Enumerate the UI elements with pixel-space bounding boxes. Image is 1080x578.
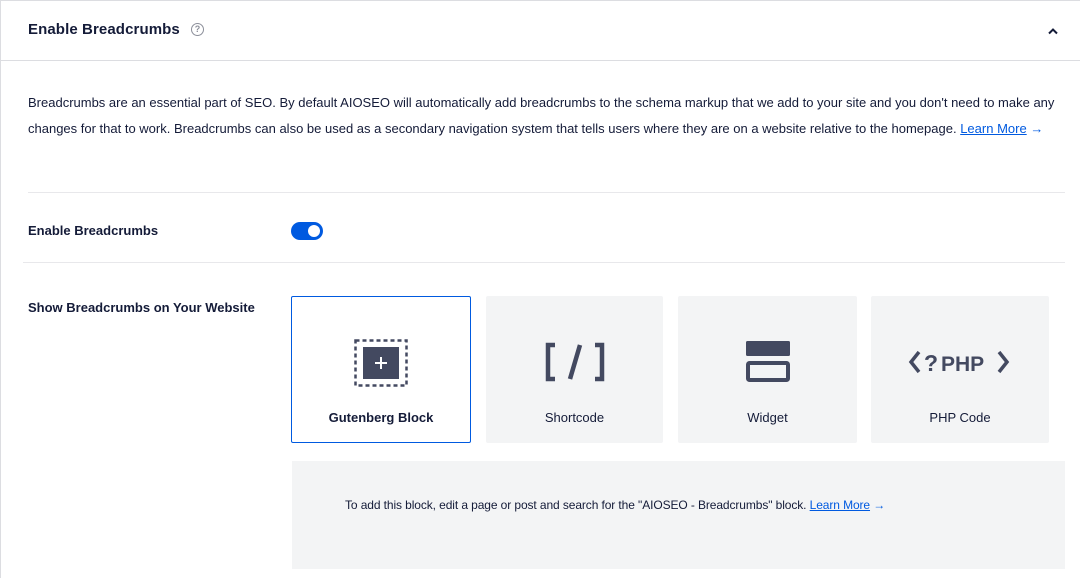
breadcrumbs-description: Breadcrumbs are an essential part of SEO… bbox=[28, 90, 1068, 141]
breadcrumbs-settings-panel: Enable Breadcrumbs ? Breadcrumbs are an … bbox=[0, 0, 1080, 578]
learn-more-link[interactable]: Learn More bbox=[960, 121, 1026, 136]
svg-text:PHP: PHP bbox=[941, 353, 984, 376]
info-text: To add this block, edit a page or post a… bbox=[345, 498, 885, 512]
enable-breadcrumbs-label: Enable Breadcrumbs bbox=[28, 223, 159, 238]
arrow-right-icon: → bbox=[1030, 120, 1044, 136]
gutenberg-block-option[interactable]: Gutenberg Block bbox=[291, 296, 471, 443]
chevron-up-icon[interactable] bbox=[1045, 23, 1061, 39]
shortcode-option[interactable]: Shortcode bbox=[486, 296, 663, 443]
php-code-icon: ? PHP bbox=[871, 338, 1049, 386]
widget-option[interactable]: Widget bbox=[678, 296, 857, 443]
show-breadcrumbs-label: Show Breadcrumbs on Your Website bbox=[28, 300, 255, 315]
shortcode-icon bbox=[486, 338, 663, 386]
php-code-option[interactable]: ? PHP PHP Code bbox=[871, 296, 1049, 443]
gutenberg-block-icon bbox=[292, 339, 470, 387]
panel-title: Enable Breadcrumbs bbox=[28, 21, 180, 38]
enable-breadcrumbs-toggle[interactable] bbox=[291, 222, 323, 240]
widget-icon bbox=[678, 338, 857, 386]
arrow-right-icon: → bbox=[873, 498, 886, 512]
php-code-label: PHP Code bbox=[929, 410, 991, 425]
section-divider bbox=[28, 192, 1065, 193]
gutenberg-info-box: To add this block, edit a page or post a… bbox=[292, 461, 1065, 569]
gutenberg-block-label: Gutenberg Block bbox=[328, 410, 434, 425]
svg-text:?: ? bbox=[924, 350, 938, 376]
description-text: Breadcrumbs are an essential part of SEO… bbox=[28, 95, 1055, 136]
toggle-knob bbox=[308, 225, 320, 237]
section-divider bbox=[23, 262, 1065, 263]
widget-label: Widget bbox=[747, 410, 788, 425]
info-message: To add this block, edit a page or post a… bbox=[345, 498, 807, 512]
panel-header[interactable]: Enable Breadcrumbs ? bbox=[1, 1, 1080, 61]
help-question-icon[interactable]: ? bbox=[191, 23, 204, 36]
shortcode-label: Shortcode bbox=[544, 410, 605, 425]
info-learn-more-link[interactable]: Learn More bbox=[810, 498, 870, 512]
